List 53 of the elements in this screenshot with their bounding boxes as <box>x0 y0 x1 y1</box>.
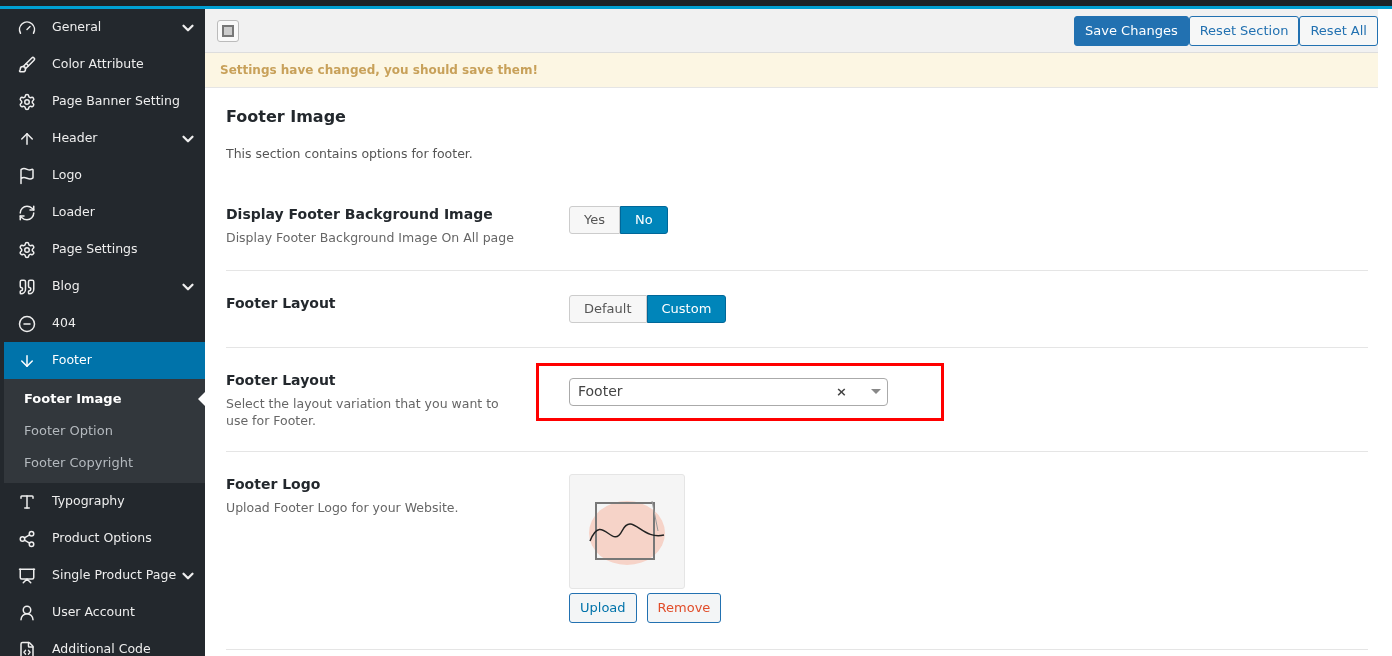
gear-icon <box>18 240 36 259</box>
field-description: Select the layout variation that you want to use for Footer. <box>226 394 500 429</box>
remove-button[interactable]: Remove <box>646 592 722 623</box>
sidebar-item[interactable]: Color Attribute <box>4 46 205 83</box>
gear-icon <box>18 92 36 111</box>
sidebar-item[interactable]: User Account <box>4 594 205 631</box>
gauge-icon <box>18 18 36 37</box>
sidebar-item[interactable]: Blog <box>4 268 205 305</box>
section-title: Footer Image <box>226 106 347 128</box>
field-label: Display Footer Background Image <box>226 204 494 224</box>
user-icon <box>18 603 36 622</box>
image-icon <box>18 566 36 585</box>
reset-button[interactable]: Reset All <box>1299 15 1378 46</box>
sidebar-item[interactable]: General <box>4 9 205 46</box>
toggle-option[interactable]: No <box>620 205 668 234</box>
flag-icon <box>18 166 36 185</box>
field-label: Footer Layout <box>226 293 337 313</box>
minus-circle-icon <box>18 314 36 333</box>
toggle-option[interactable]: Yes <box>569 205 620 234</box>
brush-icon <box>18 55 36 74</box>
layout-toggle-icon[interactable] <box>217 19 239 42</box>
sidebar-item[interactable]: 404 <box>4 305 205 342</box>
save-button[interactable]: Save Changes <box>1074 15 1189 46</box>
submenu-item[interactable]: Footer Option <box>4 415 205 447</box>
sidebar-item[interactable]: Header <box>4 120 205 157</box>
quote-icon <box>18 277 36 296</box>
field-description: Display Footer Background Image On All page <box>226 228 515 246</box>
sidebar-item[interactable]: Footer <box>4 342 205 379</box>
sidebar-item[interactable]: Product Options <box>4 520 205 557</box>
field-label: Footer Layout <box>226 370 337 390</box>
section-description: This section contains options for footer. <box>226 145 474 163</box>
share-icon <box>18 529 36 548</box>
reset-button[interactable]: Reset Section <box>1188 15 1300 46</box>
notice-bar: Settings have changed, you should save them! <box>205 53 1378 88</box>
dropdown-arrow-icon <box>871 389 881 395</box>
refresh-icon <box>18 203 36 222</box>
field-description: Upload Footer Logo for your Website. <box>226 498 460 516</box>
toggle-option[interactable]: Default <box>569 294 647 323</box>
sidebar-item[interactable]: Loader <box>4 194 205 231</box>
sidebar-item[interactable]: Additional Code <box>4 631 205 656</box>
clear-button[interactable]: × <box>836 382 847 402</box>
upload-button[interactable]: Upload <box>569 592 637 623</box>
sidebar-item[interactable]: Logo <box>4 157 205 194</box>
field-label: Footer Logo <box>226 474 322 494</box>
sidebar-item[interactable]: Page Banner Setting <box>4 83 205 120</box>
sidebar-item[interactable]: Page Settings <box>4 231 205 268</box>
text-icon <box>18 492 36 511</box>
layout-select[interactable]: Footer × <box>569 377 888 406</box>
sidebar-item[interactable]: Single Product Page <box>4 557 205 594</box>
submenu-item[interactable]: Footer Copyright <box>4 447 205 479</box>
toggle-option[interactable]: Custom <box>646 294 727 323</box>
sidebar-item[interactable]: Typography <box>4 483 205 520</box>
code-file-icon <box>18 640 36 656</box>
